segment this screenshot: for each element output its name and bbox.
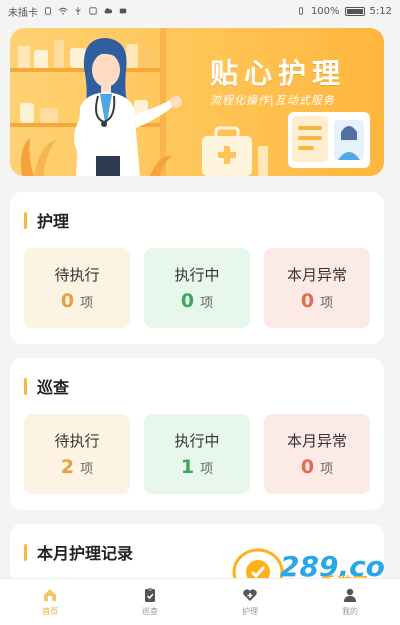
stat-value: 1 [180,456,195,478]
stat-value: 0 [300,290,315,312]
carrier-text: 未插卡 [8,7,38,19]
nursing-title-text: 护理 [37,212,70,231]
wifi-icon [58,7,68,15]
sim-icon [45,7,51,15]
medical-kit [202,126,252,176]
message-icon [119,8,127,14]
patrol-card-title: 巡查 [24,374,69,398]
hero-banner[interactable]: 贴心护理 流程化操作|互动式服务 [10,28,384,176]
cloud-icon [104,8,113,14]
stat-unit: 项 [200,462,214,477]
nursing-card: 护理 待执行 0项 执行中 0项 本月异常 0项 [10,192,384,344]
tab-patrol[interactable]: 巡查 [105,579,195,625]
stat-label: 待执行 [54,266,100,284]
id-card [288,112,370,168]
person-icon [344,588,356,602]
banner-subtitle: 流程化操作|互动式服务 [210,94,335,107]
home-icon [44,589,56,601]
clipboard-check-icon [145,588,155,602]
tab-profile[interactable]: 我的 [305,579,395,625]
patrol-card: 巡查 待执行 2项 执行中 1项 本月异常 0项 [10,358,384,510]
stat-unit: 项 [320,296,334,311]
stat-label: 执行中 [174,266,220,284]
status-left: 未插卡 [8,4,128,19]
patrol-title-text: 巡查 [37,378,70,397]
patrol-running-tile[interactable]: 执行中 1项 [144,414,250,494]
nursing-running-tile[interactable]: 执行中 0项 [144,248,250,328]
title-accent-bar [24,377,27,395]
stat-unit: 项 [200,296,214,311]
notification-icon [89,7,97,15]
bottom-tab-bar: 首页 巡查 护理 我的 [0,578,400,625]
nursing-card-title: 护理 [24,208,69,232]
nursing-pending-tile[interactable]: 待执行 0项 [24,248,130,328]
tab-label: 护理 [242,607,258,616]
records-card-title: 本月护理记录 [24,540,133,564]
status-bar: 未插卡 100% 5:12 [0,0,400,22]
stat-value: 0 [180,290,195,312]
clock: 5:12 [369,5,392,17]
tab-home[interactable]: 首页 [5,579,95,625]
patrol-abnormal-tile[interactable]: 本月异常 0项 [264,414,370,494]
stat-unit: 项 [80,462,94,477]
stat-label: 本月异常 [286,266,347,284]
stat-label: 本月异常 [286,432,347,450]
tab-label: 首页 [42,607,58,616]
heart-plus-icon [243,589,257,601]
stat-unit: 项 [320,462,334,477]
tab-label: 巡查 [142,607,158,616]
tab-nursing[interactable]: 护理 [205,579,295,625]
battery-icon [344,6,365,16]
stat-value: 0 [60,290,75,312]
stat-value: 2 [60,456,75,478]
nursing-abnormal-tile[interactable]: 本月异常 0项 [264,248,370,328]
vibrate-icon [298,7,303,15]
battery-percent: 100% [310,5,340,17]
stat-unit: 项 [80,296,94,311]
patrol-pending-tile[interactable]: 待执行 2项 [24,414,130,494]
usb-icon [75,7,81,15]
title-accent-bar [24,543,27,561]
status-right: 100% 5:12 [296,6,392,17]
records-title-text: 本月护理记录 [37,544,134,563]
stat-value: 0 [300,456,315,478]
stat-label: 待执行 [54,432,100,450]
banner-title: 贴心护理 [210,57,347,90]
tab-label: 我的 [342,607,358,616]
title-accent-bar [24,211,27,229]
stat-label: 执行中 [174,432,220,450]
